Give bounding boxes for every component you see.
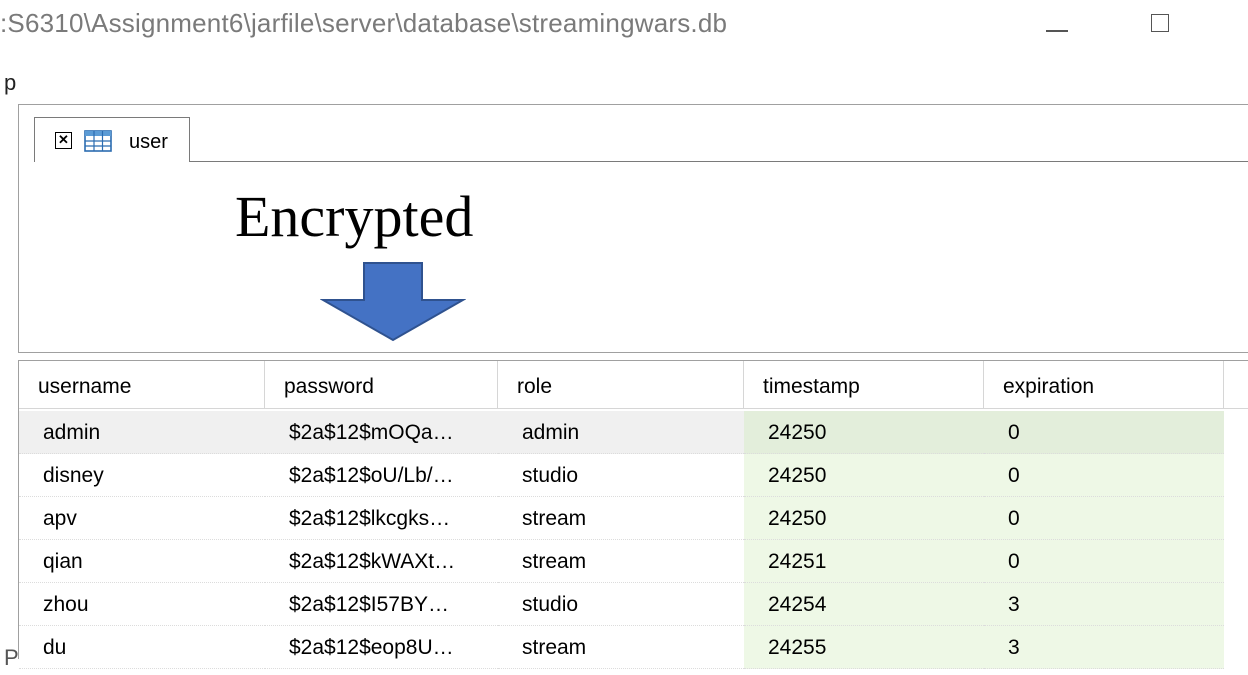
- cell-password[interactable]: $2a$12$kWAXt…: [265, 540, 498, 583]
- table-row[interactable]: disney $2a$12$oU/Lb/… studio 24250 0: [19, 454, 1224, 497]
- column-header-expiration[interactable]: expiration: [984, 361, 1224, 409]
- cell-role[interactable]: admin: [498, 411, 744, 454]
- cell-timestamp[interactable]: 24250: [744, 454, 984, 497]
- cell-password[interactable]: $2a$12$lkcgks…: [265, 497, 498, 540]
- table-row[interactable]: du $2a$12$eop8U… stream 24255 3: [19, 626, 1224, 669]
- annotation-label: Encrypted: [235, 184, 474, 249]
- cell-username[interactable]: admin: [19, 411, 265, 454]
- cell-expiration[interactable]: 3: [984, 583, 1224, 626]
- cell-username[interactable]: apv: [19, 497, 265, 540]
- tab-strip: [18, 104, 1248, 163]
- tab-label: user: [129, 131, 168, 153]
- cell-expiration[interactable]: 0: [984, 497, 1224, 540]
- cell-password[interactable]: $2a$12$mOQa…: [265, 411, 498, 454]
- tab-user[interactable]: ✕ user: [34, 117, 190, 162]
- column-header-password[interactable]: password: [265, 361, 498, 409]
- cell-role[interactable]: stream: [498, 540, 744, 583]
- cell-username[interactable]: zhou: [19, 583, 265, 626]
- cell-role[interactable]: stream: [498, 497, 744, 540]
- cell-role[interactable]: studio: [498, 583, 744, 626]
- cell-expiration[interactable]: 0: [984, 411, 1224, 454]
- cell-password[interactable]: $2a$12$eop8U…: [265, 626, 498, 669]
- cell-expiration[interactable]: 0: [984, 540, 1224, 583]
- title-bar: :S6310\Assignment6\jarfile\server\databa…: [0, 0, 1248, 52]
- cell-username[interactable]: disney: [19, 454, 265, 497]
- table-row[interactable]: zhou $2a$12$I57BY… studio 24254 3: [19, 583, 1224, 626]
- cell-role[interactable]: studio: [498, 454, 744, 497]
- column-header-timestamp[interactable]: timestamp: [744, 361, 984, 409]
- table-row[interactable]: admin $2a$12$mOQa… admin 24250 0: [19, 411, 1224, 454]
- cell-timestamp[interactable]: 24250: [744, 497, 984, 540]
- column-header-filler: [1224, 361, 1248, 409]
- cell-timestamp[interactable]: 24255: [744, 626, 984, 669]
- menu-fragment[interactable]: p: [4, 70, 16, 96]
- column-header-role[interactable]: role: [498, 361, 744, 409]
- maximize-icon[interactable]: [1151, 14, 1169, 32]
- status-fragment: P: [4, 645, 19, 670]
- column-header-username[interactable]: username: [19, 361, 265, 409]
- cell-timestamp[interactable]: 24251: [744, 540, 984, 583]
- table-grid-icon: [84, 130, 112, 152]
- cell-timestamp[interactable]: 24254: [744, 583, 984, 626]
- close-icon[interactable]: ✕: [55, 132, 72, 149]
- cell-password[interactable]: $2a$12$I57BY…: [265, 583, 498, 626]
- cell-username[interactable]: du: [19, 626, 265, 669]
- cell-expiration[interactable]: 0: [984, 454, 1224, 497]
- cell-username[interactable]: qian: [19, 540, 265, 583]
- data-grid: username password role timestamp expirat…: [18, 360, 1248, 669]
- down-arrow-icon: [320, 262, 466, 342]
- minimize-icon[interactable]: [1046, 30, 1068, 32]
- table-row[interactable]: apv $2a$12$lkcgks… stream 24250 0: [19, 497, 1224, 540]
- grid-header: username password role timestamp expirat…: [19, 361, 1248, 411]
- query-area[interactable]: [18, 162, 1248, 353]
- cell-timestamp[interactable]: 24250: [744, 411, 984, 454]
- table-row[interactable]: qian $2a$12$kWAXt… stream 24251 0: [19, 540, 1224, 583]
- cell-password[interactable]: $2a$12$oU/Lb/…: [265, 454, 498, 497]
- cell-role[interactable]: stream: [498, 626, 744, 669]
- window-title: :S6310\Assignment6\jarfile\server\databa…: [0, 8, 728, 38]
- cell-expiration[interactable]: 3: [984, 626, 1224, 669]
